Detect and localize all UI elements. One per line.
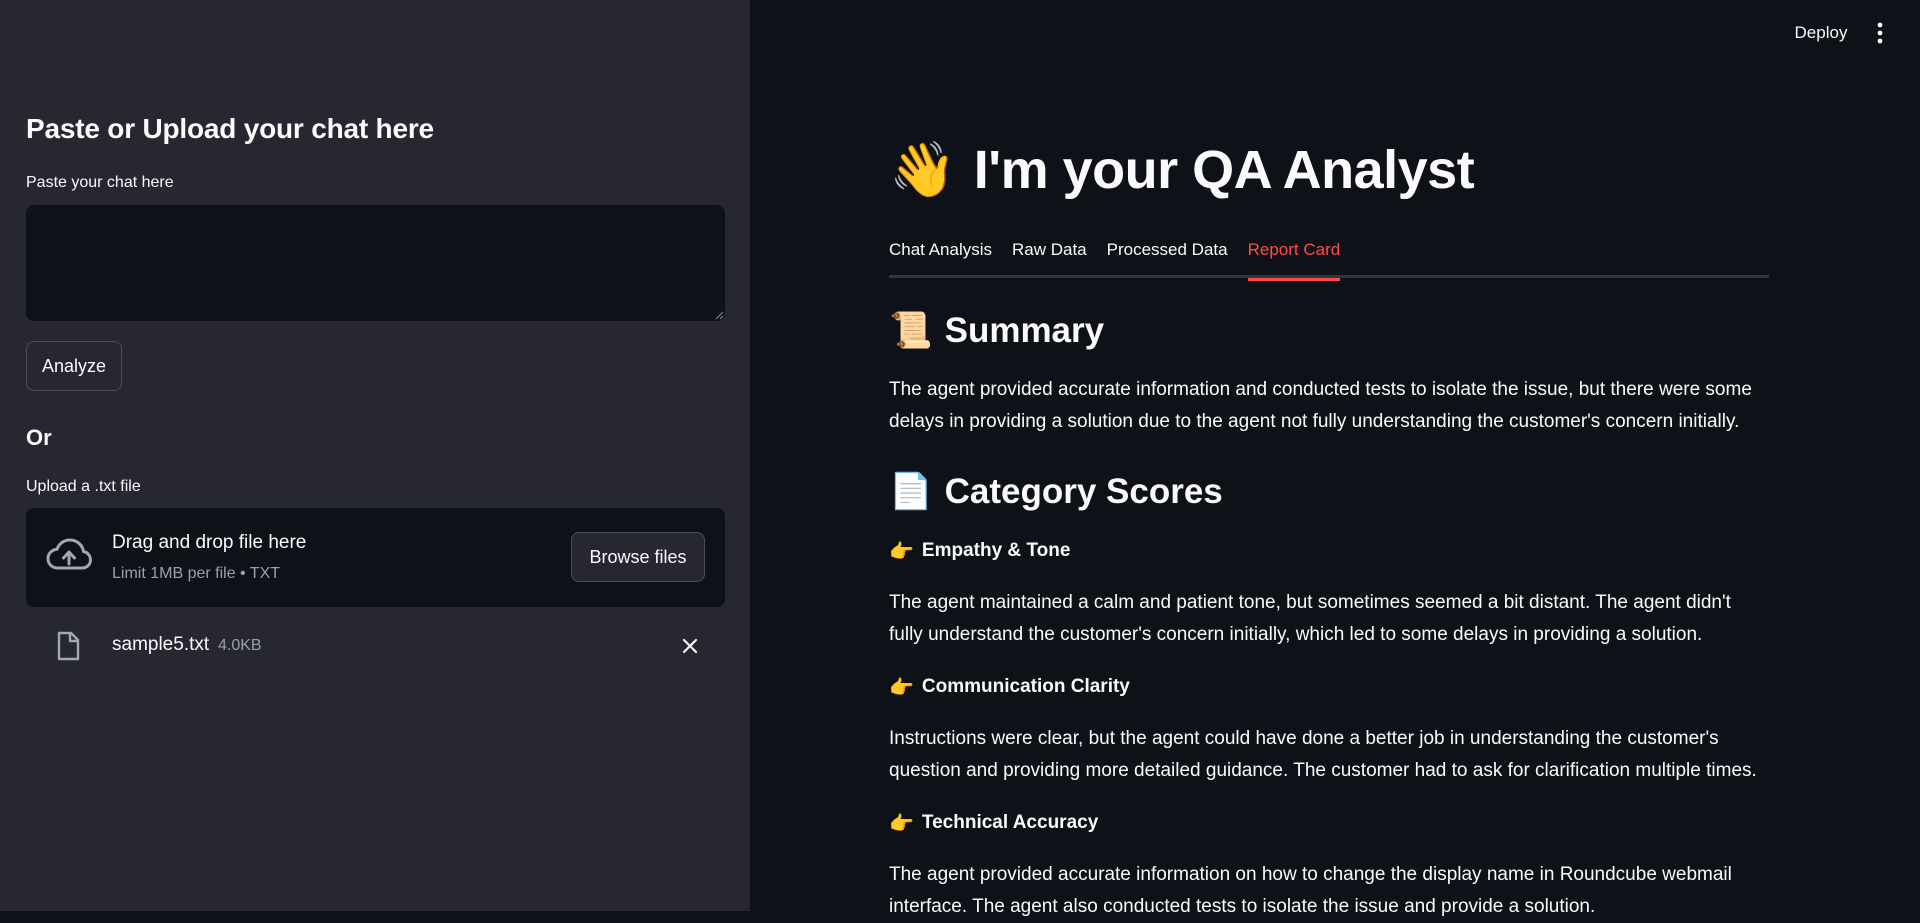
category-title: 👉 Technical Accuracy: [889, 811, 1098, 835]
cloud-upload-icon: [46, 538, 92, 570]
pointing-hand-icon: 👉: [889, 811, 914, 835]
pointing-hand-icon: 👉: [889, 675, 914, 699]
deploy-button[interactable]: Deploy: [1784, 18, 1858, 48]
close-icon[interactable]: [680, 636, 700, 656]
category-title: 👉 Empathy & Tone: [889, 539, 1070, 563]
category-text: The agent maintained a calm and patient …: [889, 592, 1731, 645]
document-icon: 📄: [889, 472, 933, 512]
category-title-text: Technical Accuracy: [921, 812, 1099, 833]
file-icon: [57, 631, 80, 661]
waving-hand-icon: 👋: [889, 138, 956, 201]
dropzone-title: Drag and drop file here: [112, 532, 307, 553]
file-dropzone[interactable]: Drag and drop file here Limit 1MB per fi…: [26, 508, 725, 607]
category-title: 👉 Communication Clarity: [889, 675, 1130, 699]
browse-files-button[interactable]: Browse files: [571, 532, 705, 582]
main-content: 👋 I'm your QA Analyst Chat Analysis Raw …: [889, 0, 1769, 917]
category-text: The agent provided accurate information …: [889, 864, 1732, 917]
pointing-hand-icon: 👉: [889, 539, 914, 563]
paste-chat-label: Paste your chat here: [26, 174, 174, 191]
category-scores-heading-text: Category Scores: [944, 471, 1223, 511]
analyze-button[interactable]: Analyze: [26, 341, 122, 391]
sidebar-title: Paste or Upload your chat here: [26, 113, 434, 144]
summary-heading-text: Summary: [944, 310, 1105, 350]
summary-text: The agent provided accurate information …: [889, 379, 1752, 432]
scroll-icon: 📜: [889, 311, 933, 351]
uploaded-file-row: sample5.txt 4.0KB: [26, 625, 725, 667]
dropzone-limit: Limit 1MB per file • TXT: [112, 565, 281, 582]
uploaded-file-name: sample5.txt: [112, 634, 210, 655]
category-title-text: Empathy & Tone: [921, 540, 1071, 561]
page-title: 👋 I'm your QA Analyst: [889, 138, 1475, 202]
upload-label: Upload a .txt file: [26, 478, 141, 495]
or-heading: Or: [26, 425, 52, 450]
page-title-text: I'm your QA Analyst: [973, 140, 1475, 200]
resize-grip-icon[interactable]: [714, 310, 724, 320]
tab-processed-data[interactable]: Processed Data: [1107, 236, 1228, 278]
summary-heading: 📜 Summary: [889, 310, 1105, 352]
category-scores-heading: 📄 Category Scores: [889, 471, 1223, 513]
more-vertical-icon[interactable]: [1872, 20, 1888, 46]
uploaded-file-size: 4.0KB: [218, 637, 262, 654]
paste-chat-textarea[interactable]: [26, 205, 725, 321]
tab-raw-data[interactable]: Raw Data: [1012, 236, 1087, 278]
tab-chat-analysis[interactable]: Chat Analysis: [889, 236, 992, 278]
tab-report-card[interactable]: Report Card: [1247, 236, 1340, 281]
category-title-text: Communication Clarity: [921, 676, 1130, 697]
tab-bar: Chat Analysis Raw Data Processed Data Re…: [889, 236, 1769, 281]
category-text: Instructions were clear, but the agent c…: [889, 728, 1757, 781]
sidebar: Paste or Upload your chat here Paste you…: [0, 0, 750, 911]
